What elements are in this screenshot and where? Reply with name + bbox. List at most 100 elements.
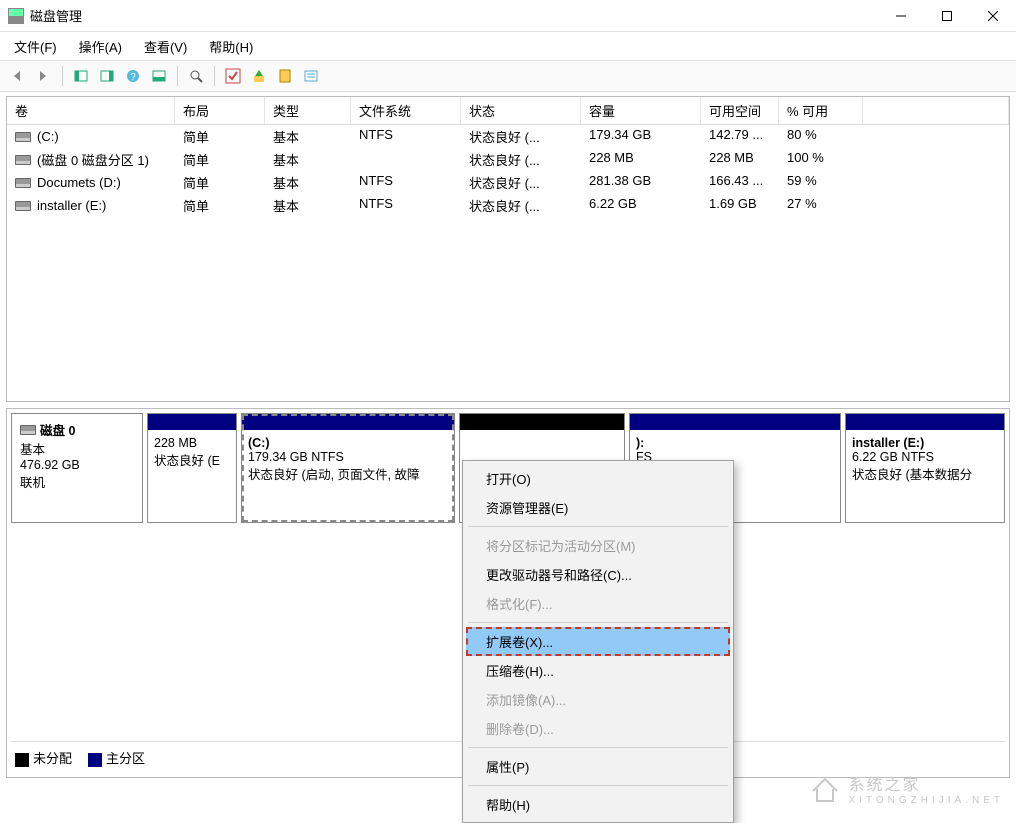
back-button[interactable] (6, 64, 30, 88)
cm-help[interactable]: 帮助(H) (466, 790, 730, 819)
partition-header (460, 414, 624, 430)
menubar: 文件(F) 操作(A) 查看(V) 帮助(H) (0, 32, 1016, 60)
vol-type: 基本 (265, 148, 351, 171)
vol-capacity: 6.22 GB (581, 194, 701, 217)
partition[interactable]: 228 MB状态良好 (E (147, 413, 237, 523)
col-fs[interactable]: 文件系统 (351, 97, 461, 124)
watermark-sub: XITONGZHIJIA.NET (849, 795, 1005, 806)
vol-pct: 100 % (779, 148, 863, 171)
table-row[interactable]: (C:)简单基本NTFS状态良好 (...179.34 GB142.79 ...… (7, 125, 1009, 148)
col-layout[interactable]: 布局 (175, 97, 265, 124)
col-pct[interactable]: % 可用 (779, 97, 863, 124)
drive-icon (15, 155, 31, 165)
window-title: 磁盘管理 (30, 6, 878, 25)
table-row[interactable]: Documets (D:)简单基本NTFS状态良好 (...281.38 GB1… (7, 171, 1009, 194)
context-menu: 打开(O) 资源管理器(E) 将分区标记为活动分区(M) 更改驱动器号和路径(C… (462, 460, 734, 823)
watermark: 系统之家 XITONGZHIJIA.NET (809, 771, 1005, 806)
minimize-button[interactable] (878, 0, 924, 32)
legend-unalloc: 未分配 (33, 751, 72, 766)
legend-primary-swatch (88, 753, 102, 767)
partition[interactable]: installer (E:)6.22 GB NTFS状态良好 (基本数据分 (845, 413, 1005, 523)
drive-icon (15, 201, 31, 211)
cm-delete: 删除卷(D)... (466, 714, 730, 743)
col-capacity[interactable]: 容量 (581, 97, 701, 124)
maximize-button[interactable] (924, 0, 970, 32)
cm-extend[interactable]: 扩展卷(X)... (466, 627, 730, 656)
titlebar: 磁盘管理 (0, 0, 1016, 32)
vol-status: 状态良好 (... (461, 171, 581, 194)
partition-title: ): (636, 436, 834, 450)
cm-format: 格式化(F)... (466, 589, 730, 618)
col-free[interactable]: 可用空间 (701, 97, 779, 124)
col-type[interactable]: 类型 (265, 97, 351, 124)
cm-props[interactable]: 属性(P) (466, 752, 730, 781)
legend-primary: 主分区 (106, 751, 145, 766)
vol-fs: NTFS (351, 171, 461, 194)
drive-icon (15, 132, 31, 142)
cm-mark-active: 将分区标记为活动分区(M) (466, 531, 730, 560)
partition-title: (C:) (248, 436, 448, 450)
cm-mirror: 添加镜像(A)... (466, 685, 730, 714)
vol-name: (磁盘 0 磁盘分区 1) (37, 150, 149, 169)
vol-layout: 简单 (175, 171, 265, 194)
col-status[interactable]: 状态 (461, 97, 581, 124)
cm-shrink[interactable]: 压缩卷(H)... (466, 656, 730, 685)
cm-open[interactable]: 打开(O) (466, 464, 730, 493)
app-icon (8, 8, 24, 24)
vol-free: 142.79 ... (701, 125, 779, 148)
menu-view[interactable]: 查看(V) (138, 34, 193, 59)
col-volume[interactable]: 卷 (7, 97, 175, 124)
menu-action[interactable]: 操作(A) (73, 34, 128, 59)
vol-capacity: 281.38 GB (581, 171, 701, 194)
menu-help[interactable]: 帮助(H) (203, 34, 259, 59)
vol-pct: 27 % (779, 194, 863, 217)
disk-label: 磁盘 0 (40, 420, 75, 439)
partition[interactable]: (C:)179.34 GB NTFS状态良好 (启动, 页面文件, 故障 (241, 413, 455, 523)
partition-header (148, 414, 236, 430)
vol-fs: NTFS (351, 125, 461, 148)
vol-fs (351, 148, 461, 171)
partition-title: installer (E:) (852, 436, 998, 450)
house-icon (809, 773, 841, 805)
help-button[interactable]: ? (121, 64, 145, 88)
vol-layout: 简单 (175, 148, 265, 171)
vol-pct: 59 % (779, 171, 863, 194)
vol-capacity: 179.34 GB (581, 125, 701, 148)
cm-change-path[interactable]: 更改驱动器号和路径(C)... (466, 560, 730, 589)
partition-header (846, 414, 1004, 430)
partition-status: 状态良好 (E (154, 450, 230, 469)
cm-explorer[interactable]: 资源管理器(E) (466, 493, 730, 522)
disk-info[interactable]: 磁盘 0 基本 476.92 GB 联机 (11, 413, 143, 523)
forward-button[interactable] (32, 64, 56, 88)
search-icon[interactable] (184, 64, 208, 88)
toolbar: ? (0, 60, 1016, 92)
toolbar-icon-2[interactable] (95, 64, 119, 88)
doc-icon[interactable] (273, 64, 297, 88)
check-icon[interactable] (221, 64, 245, 88)
vol-free: 228 MB (701, 148, 779, 171)
vol-type: 基本 (265, 171, 351, 194)
up-arrow-icon[interactable] (247, 64, 271, 88)
close-button[interactable] (970, 0, 1016, 32)
vol-name: (C:) (37, 129, 59, 144)
volume-table: 卷 布局 类型 文件系统 状态 容量 可用空间 % 可用 (C:) 简单基本NTF… (6, 96, 1010, 402)
partition-size: 179.34 GB NTFS (248, 450, 448, 464)
menu-file[interactable]: 文件(F) (8, 34, 63, 59)
drive-icon (15, 178, 31, 188)
table-row[interactable]: (磁盘 0 磁盘分区 1)简单基本状态良好 (...228 MB228 MB10… (7, 148, 1009, 171)
vol-pct: 80 % (779, 125, 863, 148)
vol-status: 状态良好 (... (461, 194, 581, 217)
vol-free: 166.43 ... (701, 171, 779, 194)
vol-status: 状态良好 (... (461, 148, 581, 171)
vol-free: 1.69 GB (701, 194, 779, 217)
props-icon[interactable] (299, 64, 323, 88)
vol-layout: 简单 (175, 125, 265, 148)
disk-icon (20, 425, 36, 435)
toolbar-icon-4[interactable] (147, 64, 171, 88)
partition-status: 状态良好 (基本数据分 (852, 464, 998, 483)
legend-unalloc-swatch (15, 753, 29, 767)
table-row[interactable]: installer (E:)简单基本NTFS状态良好 (...6.22 GB1.… (7, 194, 1009, 217)
partition-header (242, 414, 454, 430)
vol-layout: 简单 (175, 194, 265, 217)
toolbar-icon-1[interactable] (69, 64, 93, 88)
